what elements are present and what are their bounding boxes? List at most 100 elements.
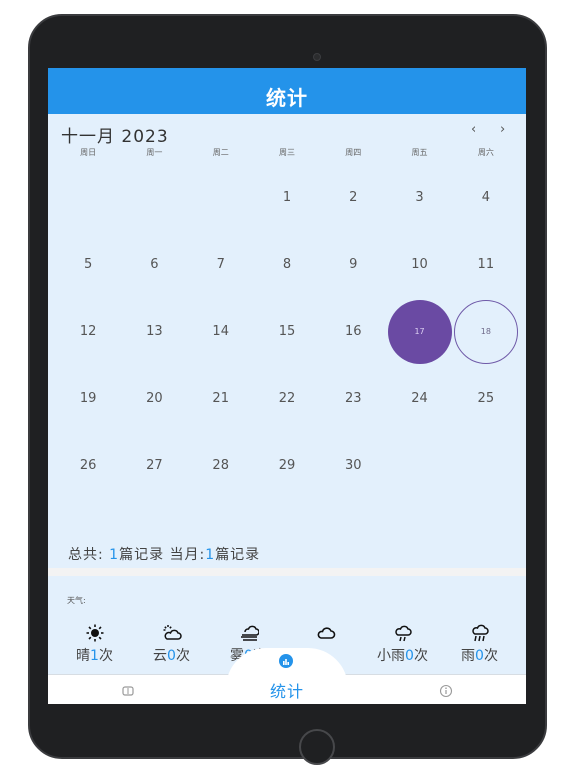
day-number: 27 [146, 458, 163, 473]
calendar-day[interactable]: 25 [453, 365, 519, 432]
fog-icon [210, 624, 287, 644]
calendar-day[interactable]: 24 [386, 365, 452, 432]
top-bar: 统计 [48, 68, 526, 114]
day-number: 13 [146, 324, 163, 339]
calendar-day[interactable]: 20 [121, 365, 187, 432]
calendar-day[interactable]: 18 [453, 298, 519, 365]
calendar-day[interactable]: 3 [386, 164, 452, 231]
calendar-day[interactable]: 9 [320, 231, 386, 298]
calendar-day[interactable]: 13 [121, 298, 187, 365]
weekday-header: 周日 周一 周二 周三 周四 周五 周六 [55, 147, 519, 158]
day-number: 1 [282, 190, 292, 205]
weather-name: 小雨 [377, 648, 406, 664]
weekday-sun: 周日 [80, 148, 97, 157]
calendar: 十一月 2023 ‹ › 周日 周一 周二 周三 周四 周五 周六 123456… [48, 114, 526, 568]
calendar-day[interactable]: 1 [254, 164, 320, 231]
tab-journal[interactable] [121, 683, 135, 697]
day-number: 20 [146, 391, 163, 406]
tab-info[interactable] [439, 683, 453, 698]
total-unit: 篇记录 [119, 547, 165, 563]
weather-count: 0 [475, 648, 484, 664]
calendar-day[interactable]: 30 [320, 432, 386, 499]
calendar-day[interactable]: 22 [254, 365, 320, 432]
day-number: 24 [411, 391, 428, 406]
calendar-day[interactable]: 14 [188, 298, 254, 365]
calendar-day[interactable]: 17 [386, 298, 452, 365]
total-label: 总共: [68, 547, 104, 563]
weather-count: 0 [405, 648, 414, 664]
calendar-day[interactable]: 19 [55, 365, 121, 432]
day-number: 8 [282, 257, 292, 272]
day-number: 5 [84, 257, 93, 272]
day-number: 3 [415, 190, 424, 205]
day-number: 6 [150, 257, 159, 272]
day-number: 4 [481, 190, 490, 205]
calendar-day[interactable]: 4 [453, 164, 519, 231]
calendar-day-empty [55, 164, 121, 231]
month-unit: 篇记录 [215, 547, 261, 563]
calendar-day[interactable]: 27 [121, 432, 187, 499]
calendar-day[interactable]: 5 [55, 231, 121, 298]
weather-unit: 次 [175, 648, 190, 664]
day-number: 29 [278, 458, 296, 473]
weekday-tue: 周二 [212, 148, 229, 157]
prev-month-button[interactable]: ‹ [471, 122, 476, 137]
calendar-day[interactable]: 16 [320, 298, 386, 365]
camera [313, 53, 321, 61]
day-number: 19 [79, 391, 97, 406]
day-number: 18 [480, 327, 491, 336]
record-summary: 总共: 1篇记录 当月:1篇记录 [68, 544, 260, 564]
info-icon [439, 684, 453, 698]
journal-icon [122, 686, 134, 696]
weekday-mon: 周一 [146, 148, 163, 157]
calendar-day[interactable]: 26 [55, 432, 121, 499]
weekday-fri: 周五 [411, 148, 428, 157]
calendar-day[interactable]: 7 [188, 231, 254, 298]
calendar-day[interactable]: 21 [188, 365, 254, 432]
weather-name: 云 [153, 648, 168, 664]
calendar-day[interactable]: 8 [254, 231, 320, 298]
day-number: 23 [344, 391, 362, 406]
month-title: 十一月 2023 [61, 127, 169, 147]
calendar-day[interactable]: 11 [453, 231, 519, 298]
stats-icon[interactable] [279, 654, 293, 668]
calendar-day[interactable]: 10 [386, 231, 452, 298]
day-number: 30 [344, 458, 362, 473]
calendar-day[interactable]: 29 [254, 432, 320, 499]
month-label: 当月: [169, 547, 206, 563]
home-button[interactable] [299, 729, 335, 765]
cloud-icon [287, 624, 364, 644]
calendar-day[interactable]: 28 [188, 432, 254, 499]
day-number: 16 [344, 324, 362, 339]
calendar-day[interactable]: 12 [55, 298, 121, 365]
rain-icon [441, 624, 518, 644]
calendar-week: 12 13 14 15 16 17 18 [55, 298, 519, 365]
partly-cloudy-icon [133, 624, 210, 644]
weekday-thu: 周四 [345, 148, 362, 157]
calendar-week: 26 27 28 29 30 [55, 432, 519, 499]
calendar-day[interactable]: 6 [121, 231, 187, 298]
weather-label: 天气: [67, 596, 86, 605]
weekday-sat: 周六 [477, 148, 494, 157]
calendar-day-empty [188, 164, 254, 231]
day-number: 17 [414, 327, 425, 336]
calendar-day[interactable]: 15 [254, 298, 320, 365]
calendar-day[interactable]: 2 [320, 164, 386, 231]
app-screen: 统计 十一月 2023 ‹ › 周日 周一 周二 周三 周四 周五 周六 123… [48, 68, 526, 704]
day-number: 28 [212, 458, 229, 473]
tab-stats[interactable]: 统计 [253, 678, 321, 702]
weather-count: 0 [167, 648, 176, 664]
calendar-day[interactable]: 23 [320, 365, 386, 432]
calendar-week: 1 2 3 4 [55, 164, 519, 231]
weather-item-sunny: 晴1次 [56, 624, 133, 665]
day-number: 22 [278, 391, 296, 406]
next-month-button[interactable]: › [500, 122, 505, 137]
day-number: 9 [349, 257, 358, 272]
day-number: 15 [278, 324, 296, 339]
weekday-wed: 周三 [278, 148, 295, 157]
day-number: 26 [79, 458, 97, 473]
weather-item-cloudy: 云0次 [133, 624, 210, 665]
calendar-day-empty [386, 432, 452, 499]
weather-unit: 次 [413, 648, 428, 664]
weather-name: 晴 [76, 648, 91, 664]
